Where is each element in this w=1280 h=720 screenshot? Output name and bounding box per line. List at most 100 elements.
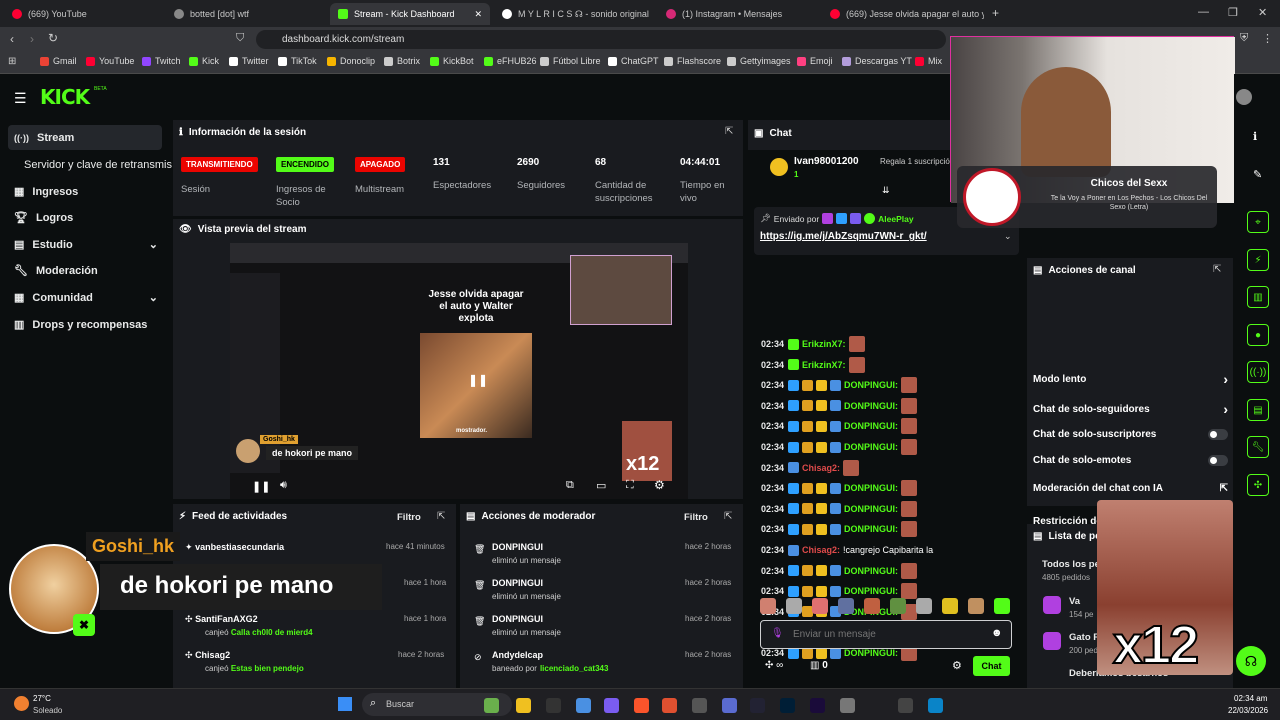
- address-bar[interactable]: dashboard.kick.com/stream: [256, 30, 946, 49]
- channel-action-item[interactable]: Chat de solo-suscriptores: [1033, 429, 1228, 440]
- gear-icon[interactable]: ⚙: [654, 478, 665, 492]
- sidebar-item-estudio[interactable]: ▤ Estudio ⌄: [8, 232, 162, 257]
- rail-button-6[interactable]: ▤: [1247, 399, 1269, 421]
- toggle-switch[interactable]: [1208, 455, 1228, 466]
- popout-icon[interactable]: ⇱: [1213, 264, 1221, 275]
- request-label[interactable]: Gato R: [1069, 632, 1100, 643]
- emote-icon[interactable]: [890, 598, 906, 614]
- media-icon[interactable]: [898, 698, 913, 713]
- edge-icon[interactable]: [928, 698, 943, 713]
- bookmark-item[interactable]: Mix: [915, 56, 942, 66]
- pip-icon[interactable]: ⧉: [566, 479, 574, 492]
- maximize-button[interactable]: ❐: [1228, 6, 1238, 19]
- chevron-down-icon[interactable]: ⌄: [149, 291, 158, 304]
- rail-button-7[interactable]: 🔧︎: [1247, 436, 1269, 458]
- pinned-user[interactable]: AleePlay: [878, 214, 913, 224]
- volume-icon[interactable]: 🔊︎: [280, 479, 287, 492]
- browser-tab[interactable]: (1) Instagram • Mensajes: [658, 3, 818, 25]
- emote-icon[interactable]: [864, 598, 880, 614]
- profile-avatar[interactable]: [1236, 89, 1252, 105]
- steam-icon[interactable]: [750, 698, 765, 713]
- channel-action-item[interactable]: Chat de solo-seguidores ›: [1033, 401, 1228, 417]
- menu-icon[interactable]: ⋮: [1262, 32, 1273, 45]
- premiere-icon[interactable]: [810, 698, 825, 713]
- reload-icon[interactable]: ↻: [48, 31, 58, 45]
- close-icon[interactable]: ✕: [474, 9, 482, 20]
- edit-icon[interactable]: ✎: [1253, 168, 1262, 181]
- rail-button-8[interactable]: ✣: [1247, 474, 1269, 496]
- filter-button[interactable]: Filtro: [684, 512, 708, 523]
- chat-username[interactable]: Chisag2:: [802, 463, 840, 473]
- emote-icon[interactable]: [812, 598, 828, 614]
- bookmark-item[interactable]: Twitter: [229, 56, 269, 66]
- discord-icon[interactable]: [722, 698, 737, 713]
- rail-button-2[interactable]: ⚡︎: [1247, 249, 1269, 271]
- apps-icon[interactable]: ⊞: [8, 56, 16, 67]
- emote-icon[interactable]: [916, 598, 932, 614]
- bookmark-item[interactable]: Botrix: [384, 56, 420, 66]
- requests-all-label[interactable]: Todos los pe: [1042, 559, 1100, 570]
- emote-icon[interactable]: [994, 598, 1010, 614]
- sidebar-item-drops[interactable]: ▥ Drops y recompensas: [8, 312, 178, 337]
- request-label[interactable]: Va: [1069, 596, 1080, 607]
- bookmark-item[interactable]: Flashscore: [664, 56, 721, 66]
- app-icon[interactable]: [604, 698, 619, 713]
- channel-action-item[interactable]: Chat de solo-emotes: [1033, 455, 1228, 466]
- chat-username[interactable]: DONPINGUI:: [844, 442, 898, 452]
- activity-user[interactable]: Chisag2: [195, 650, 230, 660]
- channel-action-item[interactable]: Moderación del chat con IA ⇱: [1033, 483, 1228, 494]
- new-tab-button[interactable]: +: [992, 6, 999, 20]
- app-icon[interactable]: [576, 698, 591, 713]
- emote-icon[interactable]: [838, 598, 854, 614]
- mod-action-user[interactable]: DONPINGUI: [492, 614, 543, 624]
- chat-username[interactable]: DONPINGUI:: [844, 586, 898, 596]
- gifter-name[interactable]: Ivan98001200: [794, 156, 859, 167]
- bookmark-item[interactable]: Descargas YT: [842, 56, 912, 66]
- chat-username[interactable]: DONPINGUI:: [844, 524, 898, 534]
- forward-icon[interactable]: ›: [30, 32, 34, 46]
- chevron-down-icon[interactable]: ⌄: [1004, 231, 1012, 242]
- channel-action-item[interactable]: Modo lento ›: [1033, 371, 1228, 387]
- pinned-link[interactable]: https://ig.me/j/AbZsqmu7WN-r_gkt/: [760, 231, 927, 242]
- chat-username[interactable]: DONPINGUI:: [844, 648, 898, 658]
- photoshop-icon[interactable]: [780, 698, 795, 713]
- rail-button-4[interactable]: ●: [1247, 324, 1269, 346]
- fullscreen-icon[interactable]: ⛶: [626, 479, 634, 492]
- chrome-icon[interactable]: [546, 698, 561, 713]
- widgets-icon[interactable]: [484, 698, 499, 713]
- mic-icon[interactable]: 🎙︎: [771, 628, 784, 639]
- browser-tab[interactable]: (669) YouTube: [4, 3, 164, 25]
- chat-username[interactable]: DONPINGUI:: [844, 421, 898, 431]
- bookmark-item[interactable]: ChatGPT: [608, 56, 659, 66]
- stream-video[interactable]: Jesse olvida apagar el auto y Walter exp…: [230, 243, 688, 499]
- sidebar-item-moderacion[interactable]: 🔧︎ Moderación: [8, 258, 162, 283]
- bookmark-item[interactable]: Gmail: [40, 56, 77, 66]
- bookmark-item[interactable]: Fútbol Libre: [540, 56, 601, 66]
- sidebar-item-stream[interactable]: ((·)) Stream: [8, 125, 162, 150]
- browser-tab[interactable]: botted [dot] wtf: [166, 3, 328, 25]
- theater-icon[interactable]: ▭: [596, 479, 606, 492]
- chat-username[interactable]: DONPINGUI:: [844, 483, 898, 493]
- expand-icon[interactable]: ⇊: [882, 185, 890, 196]
- chat-username[interactable]: DONPINGUI:: [844, 566, 898, 576]
- bookmark-item[interactable]: Kick: [189, 56, 219, 66]
- pause-icon[interactable]: ❚❚: [468, 373, 488, 387]
- close-window-button[interactable]: ✕: [1258, 6, 1267, 19]
- pause-icon[interactable]: ❚❚: [252, 480, 270, 493]
- settings-icon[interactable]: [840, 698, 855, 713]
- bookmark-item[interactable]: Emoji: [797, 56, 833, 66]
- chat-username[interactable]: DONPINGUI:: [844, 504, 898, 514]
- bookmark-item[interactable]: Twitch: [142, 56, 181, 66]
- chat-username[interactable]: ErikzinX7:: [802, 360, 846, 370]
- app-icon[interactable]: [662, 698, 677, 713]
- toggle-switch[interactable]: [1208, 429, 1228, 440]
- chat-username[interactable]: ErikzinX7:: [802, 339, 846, 349]
- popout-icon[interactable]: ⇱: [437, 511, 445, 522]
- bookmark-icon[interactable]: ⛉: [236, 32, 244, 45]
- mod-action-by[interactable]: licenciado_cat343: [540, 664, 608, 673]
- mod-action-user[interactable]: Andydelcap: [492, 650, 543, 660]
- filter-button[interactable]: Filtro: [397, 512, 421, 523]
- emote-icon[interactable]: [942, 598, 958, 614]
- bookmark-item[interactable]: Donoclip: [327, 56, 375, 66]
- sidebar-item-comunidad[interactable]: ▦ Comunidad ⌄: [8, 285, 162, 310]
